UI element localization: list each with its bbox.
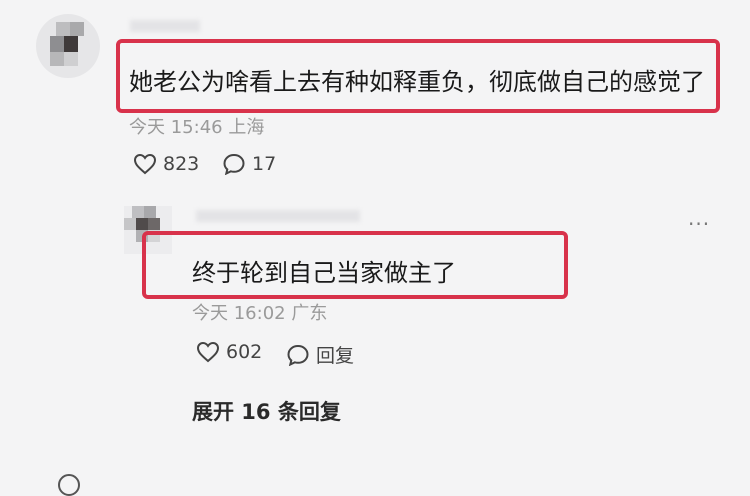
reply-reply-button[interactable]: 回复 <box>286 341 354 368</box>
comment-like-count: 823 <box>163 153 200 175</box>
reply-text: 终于轮到自己当家做主了 <box>192 259 456 287</box>
comment-reply-button[interactable]: 17 <box>222 153 276 175</box>
bottom-partial-icon <box>58 474 80 496</box>
commenter-avatar[interactable] <box>36 14 100 78</box>
heart-outline-icon <box>196 341 220 363</box>
comment-like-button[interactable]: 823 <box>133 153 199 175</box>
comment-meta: 今天 15:46 上海 <box>129 113 264 139</box>
heart-outline-icon <box>133 153 157 175</box>
reply-time: 今天 16:02 <box>192 303 286 324</box>
reply-meta: 今天 16:02 广东 <box>192 299 327 325</box>
reply-location: 广东 <box>291 303 328 324</box>
speech-bubble-icon <box>222 153 246 175</box>
comment-location: 上海 <box>228 117 265 138</box>
expand-replies-link[interactable]: 展开 16 条回复 <box>192 396 341 426</box>
reply-reply-label: 回复 <box>316 345 355 367</box>
comment-time: 今天 15:46 <box>129 117 223 138</box>
replier-name-blurred[interactable] <box>196 210 360 222</box>
comment-text: 她老公为啥看上去有种如释重负，彻底做自己的感觉了 <box>129 68 705 96</box>
speech-bubble-icon <box>286 344 310 366</box>
reply-like-count: 602 <box>226 341 263 363</box>
commenter-name-blurred[interactable] <box>130 20 200 32</box>
comment-reply-count: 17 <box>252 153 277 175</box>
reply-like-button[interactable]: 602 <box>196 341 262 363</box>
more-dots-icon[interactable]: ··· <box>688 212 710 236</box>
